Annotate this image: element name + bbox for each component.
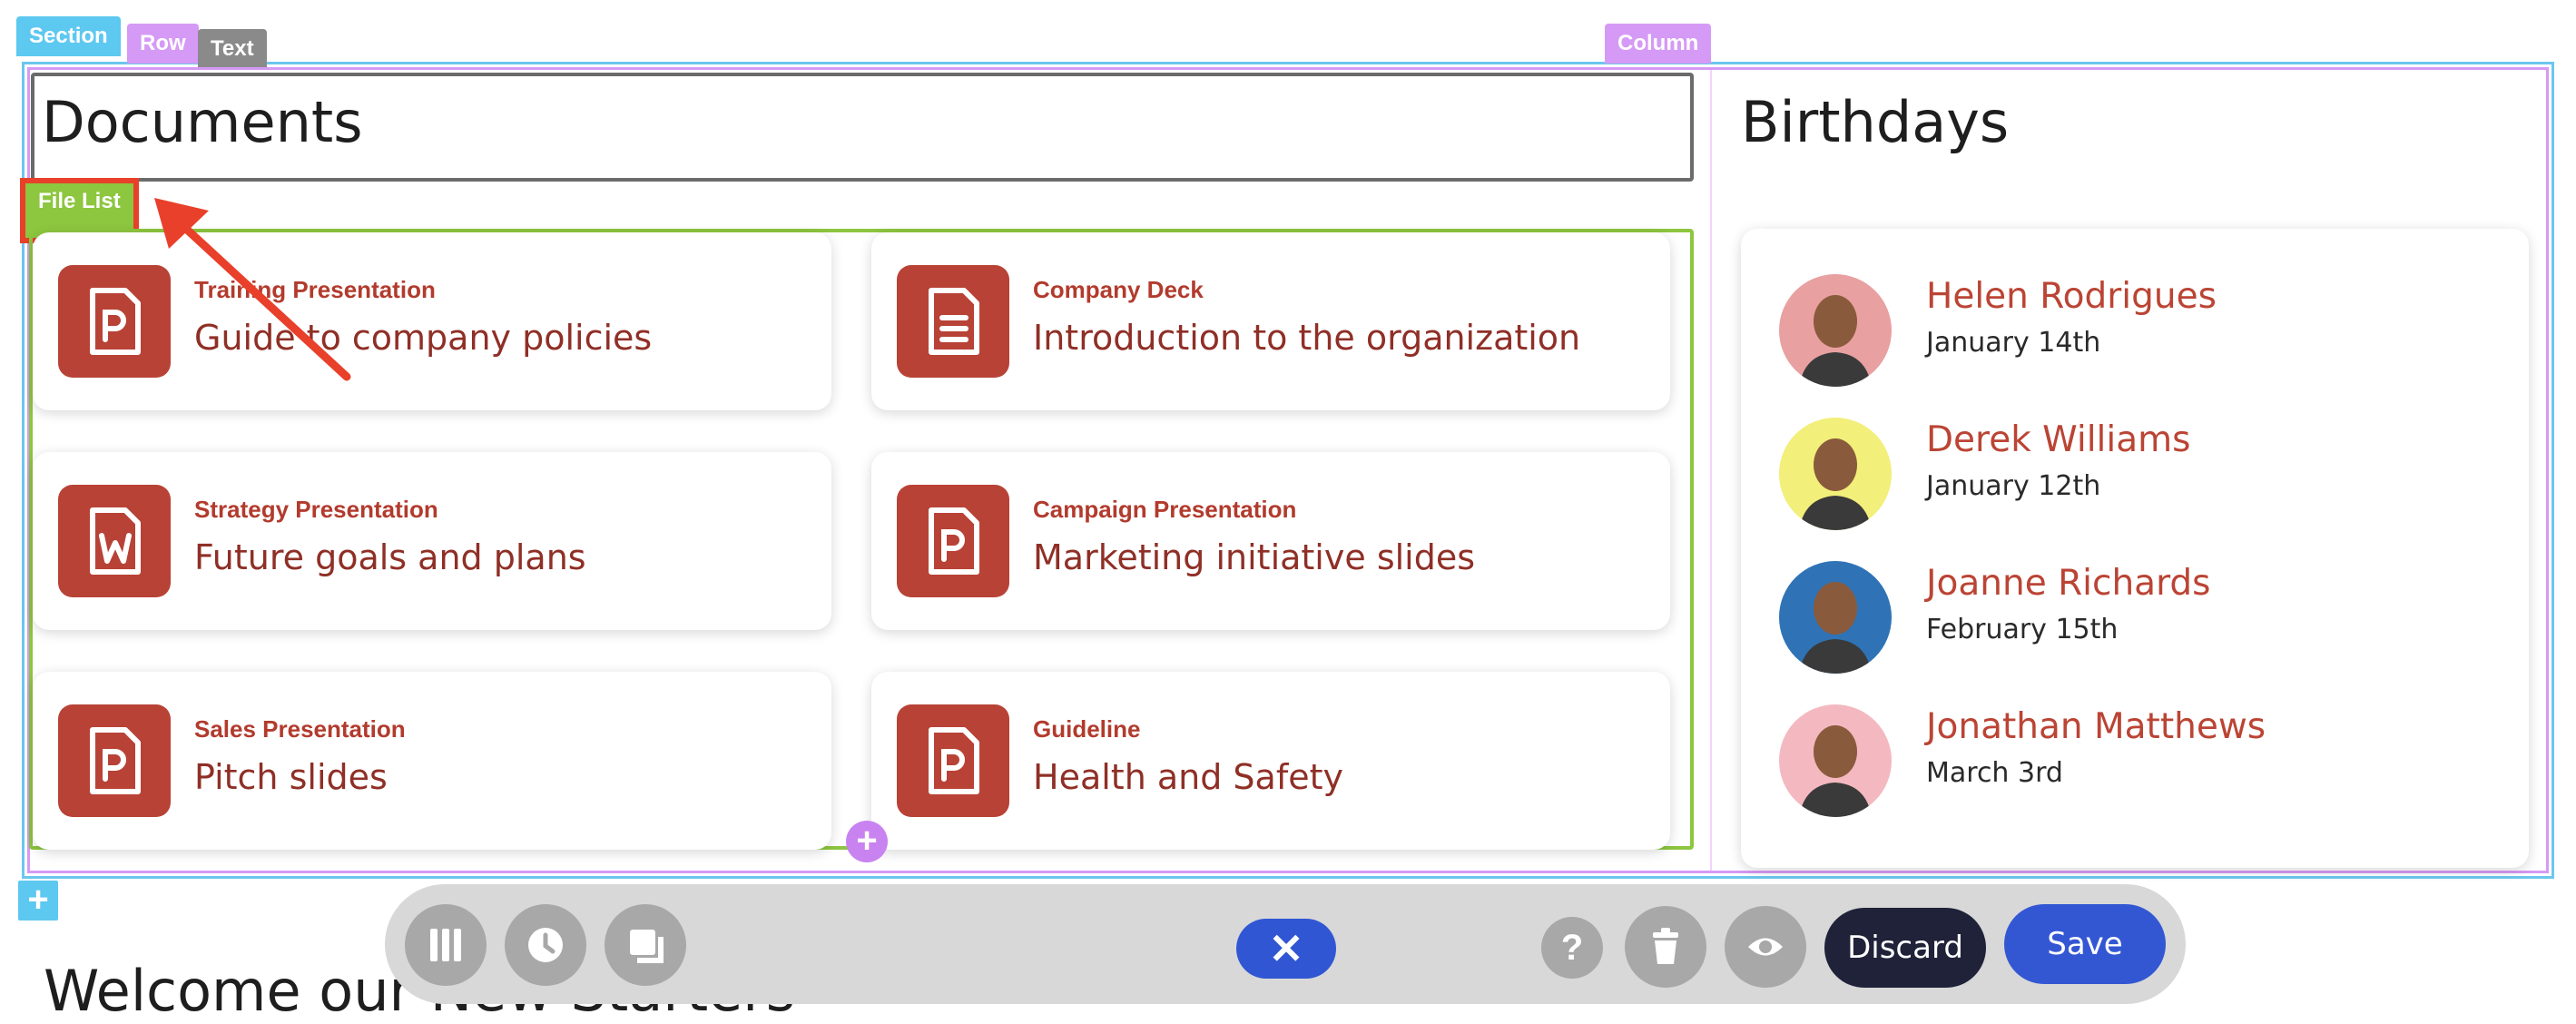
birthday-name[interactable]: Derek Williams xyxy=(1926,419,2190,460)
birthday-name[interactable]: Helen Rodrigues xyxy=(1926,276,2217,317)
birthday-date: March 3rd xyxy=(1926,757,2063,789)
file-description: Marketing initiative slides xyxy=(1033,537,1476,577)
file-title: Sales Presentation xyxy=(194,715,406,743)
help-button[interactable]: ? xyxy=(1541,917,1603,979)
layers-icon xyxy=(630,930,664,963)
columns-icon xyxy=(430,929,461,961)
file-card[interactable]: Campaign Presentation Marketing initiativ… xyxy=(871,452,1670,630)
avatar xyxy=(1779,418,1892,530)
person-icon xyxy=(1799,295,1872,387)
columns-button[interactable] xyxy=(405,904,487,986)
close-button[interactable]: ✕ xyxy=(1236,919,1336,979)
file-icon-tile xyxy=(897,485,1009,597)
avatar xyxy=(1779,561,1892,674)
file-description: Introduction to the organization xyxy=(1033,318,1581,358)
column-divider xyxy=(1710,70,1712,871)
column-tag[interactable]: Column xyxy=(1605,24,1712,64)
clock-icon xyxy=(528,928,563,962)
file-card[interactable]: Guideline Health and Safety xyxy=(871,672,1670,850)
text-tag[interactable]: Text xyxy=(198,29,267,69)
file-card[interactable]: Company Deck Introduction to the organiza… xyxy=(871,232,1670,410)
file-icon-tile xyxy=(897,265,1009,378)
document-file-icon xyxy=(929,288,979,355)
history-button[interactable] xyxy=(505,904,586,986)
birthday-date: February 15th xyxy=(1926,614,2119,645)
file-title: Campaign Presentation xyxy=(1033,496,1297,523)
person-icon xyxy=(1799,725,1872,817)
add-row-button[interactable]: + xyxy=(846,821,888,862)
birthday-name[interactable]: Jonathan Matthews xyxy=(1926,706,2266,747)
powerpoint-file-icon xyxy=(929,507,979,575)
layers-button[interactable] xyxy=(605,904,686,986)
row-tag[interactable]: Row xyxy=(127,24,199,64)
person-icon xyxy=(1799,438,1872,530)
documents-heading: Documents xyxy=(42,89,363,155)
annotation-arrow xyxy=(154,198,351,381)
person-icon xyxy=(1799,582,1872,674)
avatar xyxy=(1779,274,1892,387)
discard-button[interactable]: Discard xyxy=(1824,908,1986,988)
file-icon-tile xyxy=(58,485,171,597)
save-button[interactable]: Save xyxy=(2004,904,2166,984)
avatar xyxy=(1779,704,1892,817)
file-description: Health and Safety xyxy=(1033,757,1343,797)
preview-button[interactable] xyxy=(1725,906,1806,988)
birthday-date: January 12th xyxy=(1926,470,2101,502)
add-section-button[interactable]: + xyxy=(18,881,58,921)
delete-button[interactable] xyxy=(1625,906,1706,988)
trash-icon xyxy=(1653,928,1678,964)
file-description: Pitch slides xyxy=(194,757,388,797)
file-title: Strategy Presentation xyxy=(194,496,438,523)
word-file-icon xyxy=(90,507,141,575)
birthdays-heading: Birthdays xyxy=(1741,89,2010,155)
file-description: Future goals and plans xyxy=(194,537,586,577)
file-card[interactable]: Sales Presentation Pitch slides xyxy=(33,672,831,850)
powerpoint-file-icon xyxy=(90,727,141,794)
file-title: Guideline xyxy=(1033,715,1141,743)
file-title: Company Deck xyxy=(1033,276,1204,303)
file-icon-tile xyxy=(58,704,171,817)
birthday-name[interactable]: Joanne Richards xyxy=(1926,563,2211,604)
birthday-date: January 14th xyxy=(1926,327,2101,359)
section-tag[interactable]: Section xyxy=(16,16,121,56)
file-card[interactable]: Strategy Presentation Future goals and pl… xyxy=(33,452,831,630)
eye-icon xyxy=(1748,938,1783,956)
help-icon: ? xyxy=(1560,928,1584,968)
file-icon-tile xyxy=(897,704,1009,817)
powerpoint-file-icon xyxy=(929,727,979,794)
